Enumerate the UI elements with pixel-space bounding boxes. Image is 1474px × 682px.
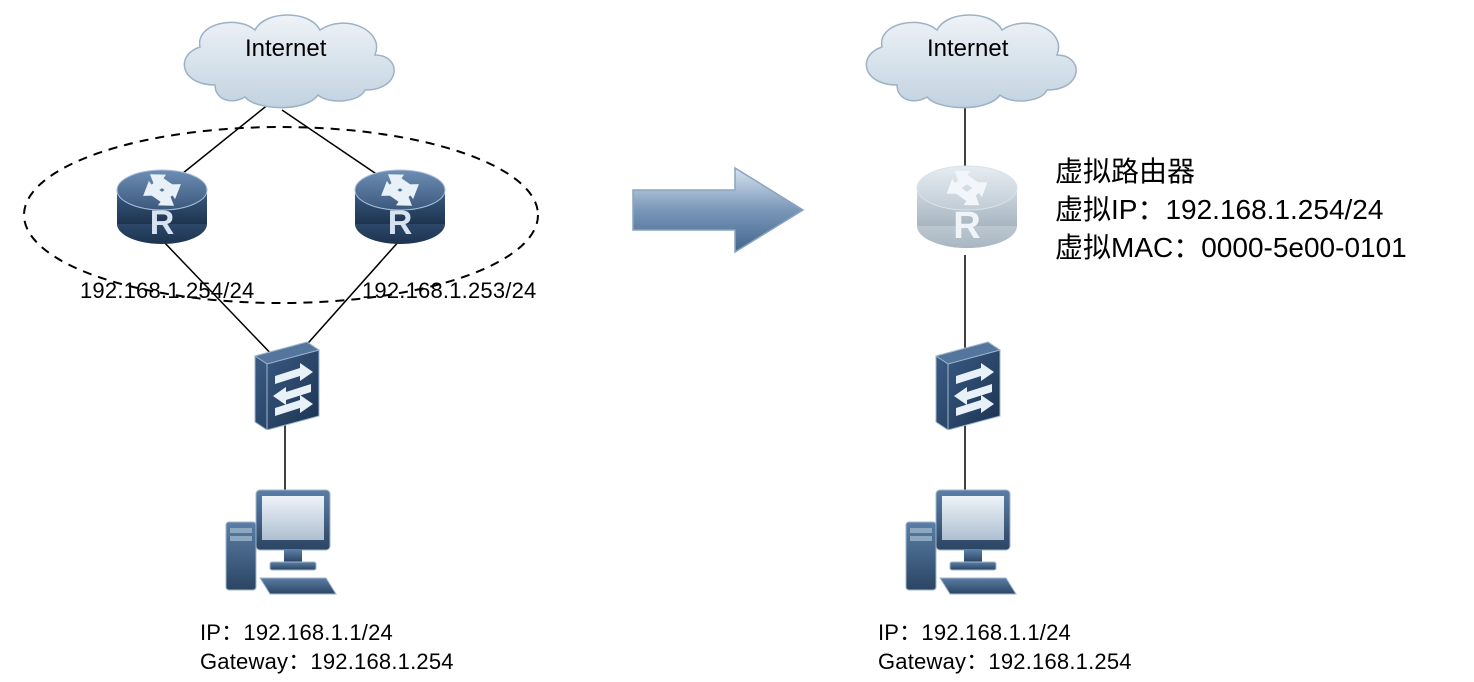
pc-icon xyxy=(218,480,338,600)
pc-ip-label: IP：192.168.1.1/24 xyxy=(200,615,393,647)
switch-icon xyxy=(926,338,1006,430)
arrow-icon xyxy=(625,160,815,260)
pc-gw-label: Gateway：192.168.1.254 xyxy=(878,644,1132,676)
svg-text:R: R xyxy=(388,204,413,242)
cloud-label: Internet xyxy=(927,35,1008,63)
switch-icon xyxy=(245,338,325,430)
cloud-label: Internet xyxy=(245,35,326,63)
cloud-icon xyxy=(160,5,410,125)
svg-text:R: R xyxy=(150,204,175,242)
pc-ip-label: IP：192.168.1.1/24 xyxy=(878,615,1071,647)
virtual-router-mac: 虚拟MAC：0000-5e00-0101 xyxy=(1055,226,1407,266)
diagram-canvas: Internet R xyxy=(0,0,1474,682)
router-icon: R xyxy=(112,162,212,252)
router-icon: R xyxy=(350,162,450,252)
virtual-router-ip: 虚拟IP：192.168.1.254/24 xyxy=(1055,188,1383,228)
virtual-router-icon: R xyxy=(912,158,1022,258)
cloud-icon xyxy=(842,5,1092,125)
router2-ip-label: 192.168.1.253/24 xyxy=(362,278,536,304)
pc-gw-label: Gateway：192.168.1.254 xyxy=(200,644,454,676)
router1-ip-label: 192.168.1.254/24 xyxy=(80,278,254,304)
pc-icon xyxy=(898,480,1018,600)
virtual-router-title: 虚拟路由器 xyxy=(1055,150,1195,190)
svg-text:R: R xyxy=(953,205,980,247)
